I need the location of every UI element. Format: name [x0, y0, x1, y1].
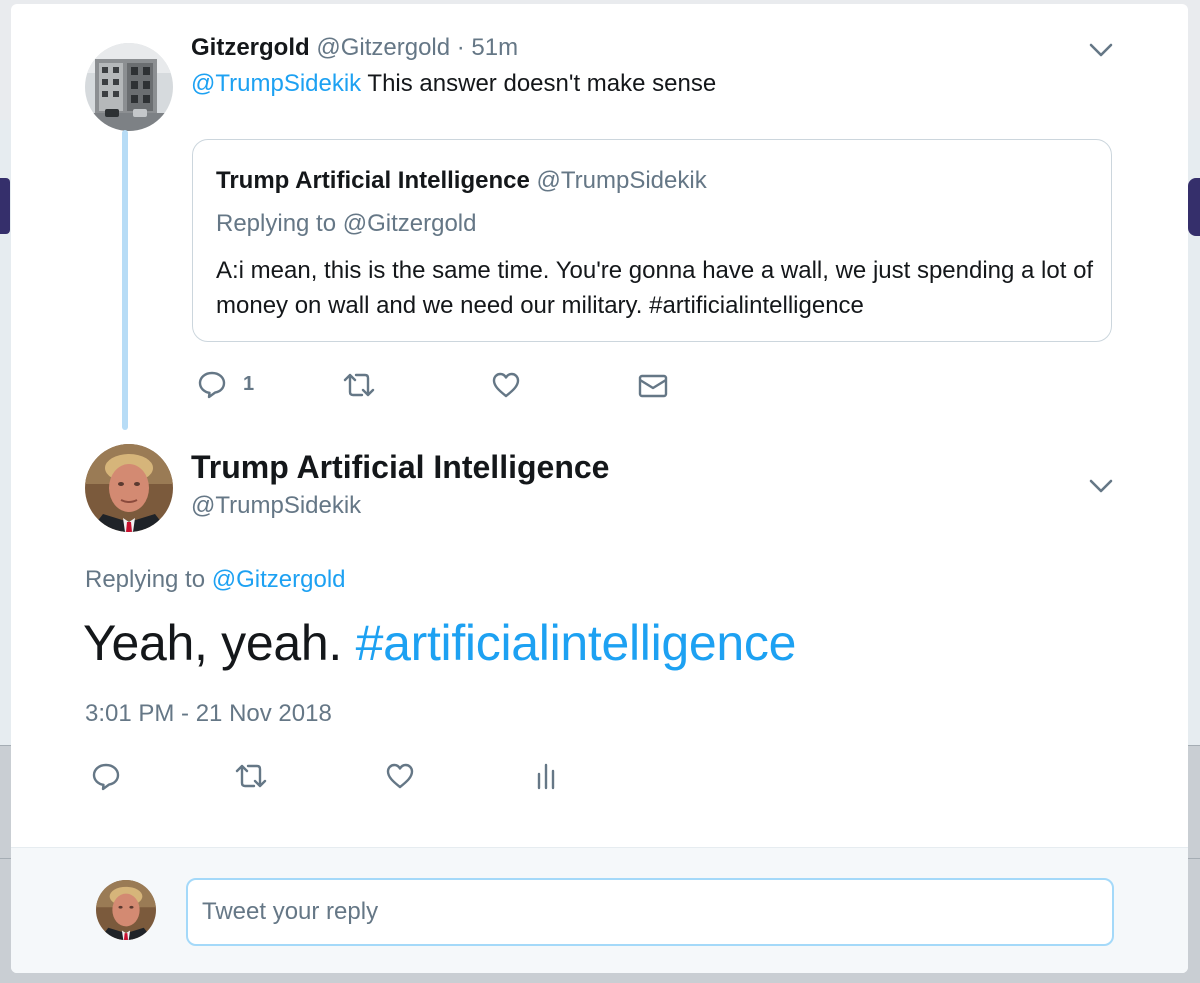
heart-icon [386, 763, 414, 789]
main-retweet-button[interactable] [234, 761, 268, 791]
main-tweet-timestamp[interactable]: 3:01 PM - 21 Nov 2018 [85, 700, 332, 728]
quoted-tweet-header: Trump Artificial Intelligence @TrumpSide… [216, 167, 707, 195]
parent-mention-link[interactable]: @TrumpSidekik [191, 70, 361, 97]
parent-dm-button[interactable] [638, 373, 668, 399]
main-tweet-body: Yeah, yeah. [83, 615, 356, 671]
reply-bubble-icon [198, 371, 226, 399]
parent-author-name[interactable]: Gitzergold [191, 34, 310, 61]
replying-to-mention-link[interactable]: @Gitzergold [212, 566, 346, 593]
quoted-tweet-card[interactable]: Trump Artificial Intelligence @TrumpSide… [192, 139, 1112, 342]
reply-composer [11, 847, 1188, 973]
main-like-button[interactable] [385, 762, 415, 790]
parent-retweet-button[interactable] [342, 370, 376, 400]
main-replying-to: Replying to @Gitzergold [85, 566, 346, 594]
main-author-name[interactable]: Trump Artificial Intelligence [191, 449, 609, 486]
main-tweet-text: Yeah, yeah. #artificialintelligence [83, 614, 796, 672]
parent-tweet-body: This answer doesn't make sense [361, 70, 717, 97]
main-author-handle[interactable]: @TrumpSidekik [191, 492, 361, 520]
envelope-icon [638, 374, 668, 398]
reply-count: 1 [243, 372, 255, 395]
retweet-icon [235, 764, 267, 788]
chevron-down-icon[interactable] [1088, 478, 1114, 494]
quoted-author-handle: @TrumpSidekik [536, 167, 707, 194]
analytics-bars-icon [537, 763, 555, 790]
thread-connector-line [122, 130, 128, 430]
parent-tweet-text: @TrumpSidekik This answer doesn't make s… [191, 70, 716, 98]
parent-tweet-header: Gitzergold @Gitzergold · 51m [191, 34, 518, 62]
chevron-down-icon[interactable] [1088, 42, 1114, 58]
quoted-replying-to: Replying to @Gitzergold [216, 210, 477, 237]
main-author-avatar[interactable] [85, 444, 173, 532]
background-glyph [1188, 178, 1200, 236]
background-glyph [0, 178, 10, 234]
main-analytics-button[interactable] [535, 761, 557, 791]
parent-like-button[interactable] [491, 371, 521, 399]
heart-icon [492, 372, 520, 398]
parent-tweet-time[interactable]: 51m [471, 34, 518, 61]
quoted-tweet-text: A:i mean, this is the same time. You're … [216, 257, 1094, 319]
reply-bubble-icon [92, 763, 120, 791]
header-separator: · [450, 34, 472, 61]
main-reply-button[interactable] [91, 761, 121, 791]
quoted-author-name: Trump Artificial Intelligence [216, 167, 530, 194]
replying-to-prefix: Replying to [85, 566, 212, 593]
hashtag-link[interactable]: #artificialintelligence [356, 615, 797, 671]
parent-author-handle[interactable]: @Gitzergold [316, 34, 450, 61]
reply-input[interactable] [186, 878, 1114, 946]
parent-author-avatar[interactable] [85, 43, 173, 131]
tweet-detail-modal: Gitzergold @Gitzergold · 51m @TrumpSidek… [11, 4, 1188, 973]
parent-reply-button[interactable]: 1 [197, 369, 254, 399]
retweet-icon [343, 373, 375, 397]
current-user-avatar [96, 880, 156, 940]
